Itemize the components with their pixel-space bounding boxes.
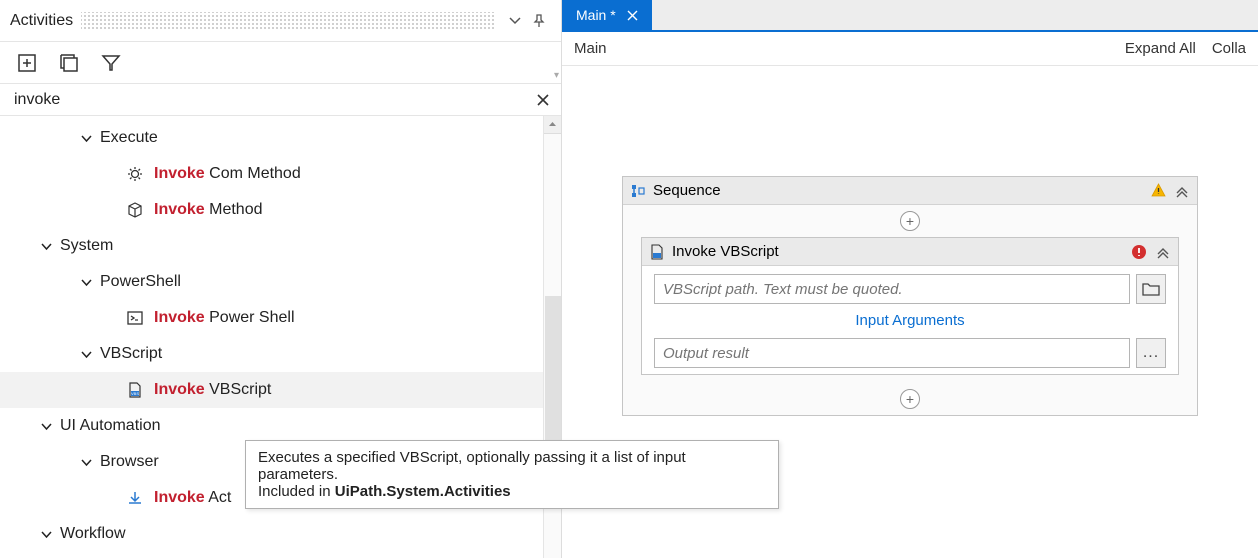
add-activity-bottom[interactable]: + xyxy=(900,389,920,409)
tree-label: Browser xyxy=(100,453,159,471)
output-result-input[interactable] xyxy=(654,338,1130,368)
resize-handle-icon[interactable]: ▾ xyxy=(554,70,559,81)
panel-grip[interactable] xyxy=(81,12,495,30)
panel-header: Activities xyxy=(0,0,561,42)
expand-all-button[interactable]: Expand All xyxy=(1125,40,1196,57)
close-icon[interactable] xyxy=(624,6,642,24)
tooltip-line1: Executes a specified VBScript, optionall… xyxy=(258,449,766,483)
gear-icon xyxy=(124,163,146,185)
tree-label: VBScript xyxy=(100,345,162,363)
warning-icon xyxy=(1149,182,1167,200)
terminal-icon xyxy=(124,307,146,329)
add-activity-icon[interactable] xyxy=(14,50,40,76)
input-arguments-link[interactable]: Input Arguments xyxy=(855,312,964,329)
tree-item-invoke-powershell[interactable]: Invoke Power Shell xyxy=(0,300,561,336)
svg-text:VBS: VBS xyxy=(131,391,139,396)
tree-label: Workflow xyxy=(60,525,126,543)
sequence-icon xyxy=(629,182,647,200)
sequence-activity[interactable]: Sequence + Invoke VBScript xyxy=(622,176,1198,416)
tab-bar: Main * xyxy=(562,0,1258,32)
tab-label: Main * xyxy=(576,7,616,23)
tree-node-workflow[interactable]: Workflow xyxy=(0,516,561,552)
chevron-down-icon xyxy=(78,133,94,144)
tree-label: Invoke Act xyxy=(154,489,231,507)
filter-icon[interactable] xyxy=(98,50,124,76)
chevron-down-icon xyxy=(78,277,94,288)
chevron-down-icon xyxy=(78,457,94,468)
tree-item-invoke-method[interactable]: Invoke Method xyxy=(0,192,561,228)
sequence-title: Sequence xyxy=(653,182,721,199)
tree-item-invoke-vbscript[interactable]: VBS Invoke VBScript xyxy=(0,372,561,408)
inner-title: Invoke VBScript xyxy=(672,243,779,260)
chevron-down-icon xyxy=(38,241,54,252)
tree-label: System xyxy=(60,237,113,255)
chevron-down-icon xyxy=(38,421,54,432)
breadcrumb[interactable]: Main xyxy=(574,40,607,57)
tree-node-vbscript[interactable]: VBScript xyxy=(0,336,561,372)
sequence-header[interactable]: Sequence xyxy=(623,177,1197,205)
tree-item-invoke-com[interactable]: Invoke Com Method xyxy=(0,156,561,192)
tree-label: Invoke VBScript xyxy=(154,381,271,399)
cube-icon xyxy=(124,199,146,221)
vbscript-path-input[interactable] xyxy=(654,274,1130,304)
tooltip-line2: Included in UiPath.System.Activities xyxy=(258,483,766,500)
scroll-up-icon[interactable] xyxy=(544,116,561,134)
search-input[interactable] xyxy=(14,91,531,109)
more-options-button[interactable]: ... xyxy=(1136,338,1166,368)
download-icon xyxy=(124,487,146,509)
chevron-down-icon xyxy=(78,349,94,360)
pin-icon[interactable] xyxy=(527,9,551,33)
tree-label: Invoke Power Shell xyxy=(154,309,295,327)
tree-label: UI Automation xyxy=(60,417,161,435)
tree-node-powershell[interactable]: PowerShell xyxy=(0,264,561,300)
tree-node-system[interactable]: System xyxy=(0,228,561,264)
vbs-file-icon xyxy=(648,243,666,261)
invoke-vbscript-activity[interactable]: Invoke VBScript Input Arguments xyxy=(641,237,1179,375)
error-icon xyxy=(1130,243,1148,261)
panel-toolbar: ▾ xyxy=(0,42,561,84)
add-activity-top[interactable]: + xyxy=(900,211,920,231)
collapse-icon[interactable] xyxy=(1154,243,1172,261)
tree-node-ui-automation[interactable]: UI Automation xyxy=(0,408,561,444)
inner-header[interactable]: Invoke VBScript xyxy=(642,238,1178,266)
tree-label: Execute xyxy=(100,129,158,147)
clear-search-icon[interactable] xyxy=(531,88,555,112)
package-icon[interactable] xyxy=(56,50,82,76)
tree-label: Invoke Method xyxy=(154,201,263,219)
tree-label: Invoke Com Method xyxy=(154,165,301,183)
collapse-all-button[interactable]: Colla xyxy=(1212,40,1246,57)
breadcrumb-bar: Main Expand All Colla xyxy=(562,32,1258,66)
dropdown-icon[interactable] xyxy=(503,9,527,33)
tooltip: Executes a specified VBScript, optionall… xyxy=(245,440,779,509)
panel-title: Activities xyxy=(10,12,73,30)
tab-main[interactable]: Main * xyxy=(562,0,652,30)
search-row xyxy=(0,84,561,116)
tree-label: PowerShell xyxy=(100,273,181,291)
collapse-icon[interactable] xyxy=(1173,182,1191,200)
chevron-down-icon xyxy=(38,529,54,540)
vbs-file-icon: VBS xyxy=(124,379,146,401)
tree-node-execute[interactable]: Execute xyxy=(0,120,561,156)
browse-button[interactable] xyxy=(1136,274,1166,304)
